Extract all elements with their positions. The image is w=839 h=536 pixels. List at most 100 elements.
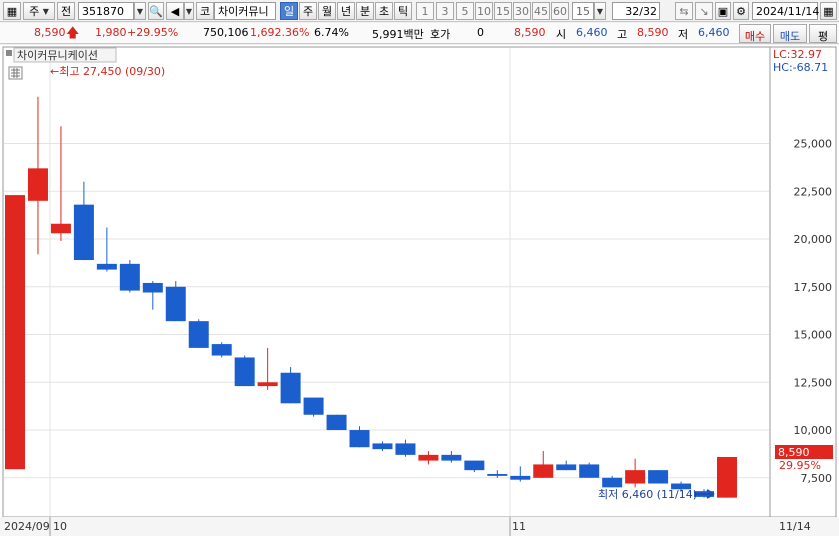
sell-button[interactable]: 매도	[773, 24, 807, 43]
high-value: 8,590	[637, 26, 669, 39]
interval-value: 15	[576, 4, 590, 18]
interval-label: 10	[477, 4, 491, 18]
interval-dropdown[interactable]: ▼	[594, 2, 606, 20]
period-label: 주	[302, 5, 314, 18]
arrow-up-icon: 🡅	[66, 26, 80, 41]
max-price-annotation: ←최고 27,450 (09/30)	[50, 65, 165, 78]
period-year[interactable]: 년	[337, 2, 355, 20]
hoga-label: 호가	[430, 28, 451, 41]
candle-body	[142, 282, 163, 293]
candle-body	[487, 473, 508, 476]
x-label-oct: 10	[53, 520, 67, 533]
candle-body	[395, 443, 416, 455]
min-price-annotation: 최저 6,460 (11/14)	[598, 488, 697, 501]
period-second[interactable]: 초	[375, 2, 393, 20]
date-input[interactable]: 2024/11/14	[752, 2, 819, 20]
amount: 5,991백만	[372, 28, 424, 41]
chevron-down-icon: ▼	[136, 6, 144, 16]
quote-bar: 8,590 🡅 1,980 +29.95% 750,106 1,692.36% …	[0, 23, 839, 44]
interval-label: 60	[553, 4, 567, 18]
period-month[interactable]: 월	[318, 2, 336, 20]
candle-body	[510, 475, 531, 480]
interval-custom-input[interactable]: 15	[572, 2, 594, 20]
buy-button[interactable]: 매수	[739, 24, 771, 43]
chart-area[interactable]: 7,500 10,000 12,500 15,000 17,500 20,000 22,50…	[0, 45, 839, 536]
interval-10[interactable]: 10	[475, 2, 493, 20]
interval-45[interactable]: 45	[532, 2, 550, 20]
interval-label: 45	[534, 4, 548, 18]
volume: 750,106	[203, 26, 249, 39]
period-label: 일	[283, 5, 295, 18]
line-tool-icon[interactable]: ↘	[695, 2, 713, 20]
hc-label: HC:-68.71	[773, 61, 828, 74]
interval-5[interactable]: 5	[456, 2, 474, 20]
period-tick[interactable]: 틱	[394, 2, 412, 20]
page-count-field[interactable]: 32/32	[612, 2, 660, 20]
candle-body	[464, 460, 485, 471]
speaker-icon[interactable]: ◀	[166, 2, 184, 20]
interval-15[interactable]: 15	[494, 2, 512, 20]
interval-label: 30	[515, 4, 529, 18]
candlestick-chart[interactable]: 7,500 10,000 12,500 15,000 17,500 20,000 22,50…	[0, 45, 839, 536]
compress-icon[interactable]: ⇆	[675, 2, 693, 20]
sell-label: 매도	[779, 30, 801, 43]
interval-1[interactable]: 1	[416, 2, 434, 20]
candle-body	[372, 443, 393, 450]
table-view-icon-lines	[11, 68, 20, 78]
candle-body	[50, 223, 71, 234]
volume-pct: 1,692.36%	[250, 26, 310, 39]
eval-button[interactable]: 평	[809, 24, 837, 43]
eval-label: 평	[817, 30, 829, 43]
stock-type-badge: 코	[196, 2, 214, 20]
candle-body	[717, 456, 737, 498]
grid-icon[interactable]: ▦	[3, 2, 21, 20]
period-label: 년	[340, 5, 352, 18]
open-value: 6,460	[576, 26, 608, 39]
code-input[interactable]: 351870	[78, 2, 134, 20]
legend-stock-name: 차이커뮤니케이션	[17, 49, 98, 62]
ask-value: 8,590	[514, 26, 546, 39]
interval-60[interactable]: 60	[551, 2, 569, 20]
search-icon[interactable]: 🔍	[148, 2, 164, 20]
legend-marker	[6, 50, 12, 56]
candle-body	[556, 464, 577, 471]
save-icon[interactable]: ▣	[715, 2, 731, 20]
period-minute[interactable]: 분	[356, 2, 374, 20]
candle-body	[165, 286, 186, 322]
stock-name: 차이커뮤니	[218, 5, 269, 18]
period-day[interactable]: 일	[280, 2, 298, 20]
turnover: 6.74%	[314, 26, 349, 39]
low-label: 저	[678, 28, 689, 41]
interval-3[interactable]: 3	[436, 2, 454, 20]
period-label: 분	[359, 5, 371, 18]
candle-body	[73, 204, 94, 261]
chevron-down-icon: ▼	[185, 6, 193, 16]
period-week[interactable]: 주	[299, 2, 317, 20]
stock-name-field[interactable]: 차이커뮤니	[214, 2, 276, 20]
code-value: 351870	[82, 4, 124, 18]
interval-30[interactable]: 30	[513, 2, 531, 20]
hoga-value: 0	[477, 26, 484, 39]
y-tick-label: 7,500	[801, 472, 833, 485]
y-tick-label: 10,000	[794, 424, 833, 437]
current-pct-label: 29.95%	[779, 459, 821, 472]
stock-type-label: 코	[199, 5, 211, 18]
chevron-down-icon: ▼	[596, 6, 604, 16]
gear-icon[interactable]: ⚙	[733, 2, 749, 20]
code-dropdown-button[interactable]: ▼	[134, 2, 146, 20]
market-label: 주	[29, 5, 40, 18]
calendar-icon[interactable]: ▦	[820, 2, 837, 20]
period-label: 초	[378, 5, 390, 18]
candle-body	[579, 464, 600, 478]
prev-button[interactable]: 전	[57, 2, 75, 20]
current-price-tag-label: 8,590	[778, 446, 810, 459]
interval-label: 3	[441, 4, 449, 18]
market-select[interactable]: 주 ▼	[23, 2, 55, 20]
current-price: 8,590	[34, 26, 66, 39]
chevron-down-icon: ▼	[42, 6, 49, 16]
y-tick-label: 20,000	[794, 233, 833, 246]
candle-body	[533, 464, 554, 478]
candle-body	[257, 382, 278, 387]
period-label: 틱	[397, 5, 409, 18]
speaker-dropdown[interactable]: ▼	[184, 2, 194, 20]
